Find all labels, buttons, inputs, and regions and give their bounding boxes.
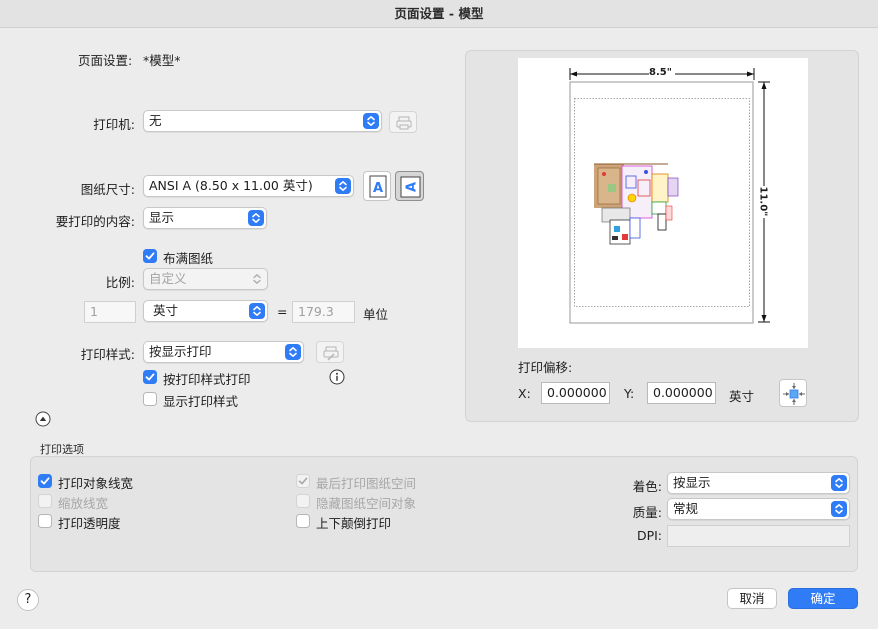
- svg-text:A: A: [405, 182, 420, 192]
- chevron-updown-icon: [335, 178, 351, 194]
- offset-y-label: Y:: [624, 386, 635, 401]
- quality-label: 质量:: [632, 505, 662, 520]
- checkmark-icon: [40, 477, 50, 485]
- quality-select[interactable]: 常规: [667, 498, 850, 520]
- scale-lineweights-label: 缩放线宽: [58, 496, 109, 511]
- offset-x-field[interactable]: 0.000000: [541, 382, 610, 404]
- shade-select[interactable]: 按显示: [667, 472, 850, 494]
- offset-label: 打印偏移:: [518, 360, 573, 375]
- preview-height-dim: 11.0": [757, 186, 769, 217]
- plot-transparency-label: 打印透明度: [58, 516, 121, 531]
- fit-to-paper-checkbox[interactable]: [143, 249, 157, 263]
- plot-with-styles-label: 按打印样式打印: [163, 372, 251, 387]
- print-what-value: 显示: [149, 210, 175, 225]
- portrait-icon: A: [369, 175, 387, 198]
- plot-options-title: 打印选项: [40, 443, 84, 456]
- chevron-updown-icon: [249, 271, 265, 287]
- chevron-updown-icon: [249, 303, 265, 319]
- scale-paper-field[interactable]: 1: [84, 301, 136, 323]
- preview-width-dim: 8.5": [649, 67, 672, 78]
- plot-style-value: 按显示打印: [149, 344, 212, 359]
- chevron-updown-icon: [831, 501, 847, 517]
- paper-size-value: ANSI A (8.50 x 11.00 英寸): [149, 178, 313, 193]
- scale-label: 比例:: [105, 275, 135, 290]
- landscape-button[interactable]: A: [395, 171, 424, 201]
- printer-icon: [396, 116, 412, 130]
- scale-value: 自定义: [149, 271, 187, 286]
- scale-unit-value: 英寸: [153, 303, 179, 318]
- printer-value: 无: [149, 113, 162, 128]
- fit-to-paper-label: 布满图纸: [163, 251, 214, 266]
- dpi-field[interactable]: [667, 525, 850, 547]
- landscape-icon: A: [400, 176, 421, 198]
- collapse-button[interactable]: [35, 411, 51, 427]
- plot-paperspace-last-checkbox[interactable]: [296, 474, 310, 488]
- svg-text:A: A: [373, 181, 383, 196]
- help-icon: ?: [24, 592, 32, 607]
- dpi-label: DPI:: [636, 528, 662, 543]
- chevron-updown-icon: [248, 210, 264, 226]
- scale-drawing-field[interactable]: 179.3: [292, 301, 355, 323]
- chevron-updown-icon: [285, 344, 301, 360]
- page-setup-value: *模型*: [143, 53, 181, 68]
- chevron-up-icon: [35, 411, 51, 427]
- checkmark-icon: [145, 252, 155, 260]
- plot-lineweights-checkbox[interactable]: [38, 474, 52, 488]
- paper-size-select[interactable]: ANSI A (8.50 x 11.00 英寸): [143, 175, 354, 197]
- offset-unit-label: 英寸: [729, 389, 755, 404]
- scale-lineweights-checkbox[interactable]: [38, 494, 52, 508]
- center-plot-button[interactable]: [779, 379, 807, 407]
- checkmark-icon: [145, 373, 155, 381]
- plot-style-edit-button[interactable]: [316, 341, 344, 363]
- plot-upside-down-checkbox[interactable]: [296, 514, 310, 528]
- paper-size-label: 图纸尺寸:: [80, 182, 135, 197]
- plot-style-label: 打印样式:: [80, 347, 135, 362]
- window-title: 页面设置 - 模型: [0, 0, 878, 28]
- printer-select[interactable]: 无: [143, 110, 382, 132]
- scale-equals: =: [277, 304, 288, 319]
- display-plot-styles-label: 显示打印样式: [163, 394, 239, 409]
- shade-label: 着色:: [632, 479, 662, 494]
- cancel-button[interactable]: 取消: [727, 588, 777, 609]
- center-plot-icon: [783, 383, 805, 405]
- printer-label: 打印机:: [93, 117, 135, 132]
- display-plot-styles-checkbox[interactable]: [143, 392, 157, 406]
- chevron-updown-icon: [363, 113, 379, 129]
- checkmark-icon: [298, 477, 308, 485]
- offset-x-label: X:: [518, 386, 531, 401]
- plot-transparency-checkbox[interactable]: [38, 514, 52, 528]
- shade-value: 按显示: [673, 475, 711, 490]
- plot-paperspace-last-label: 最后打印图纸空间: [316, 476, 417, 491]
- info-icon[interactable]: [329, 369, 345, 385]
- plot-upside-down-label: 上下颠倒打印: [316, 516, 392, 531]
- help-button[interactable]: ?: [17, 589, 39, 611]
- plot-style-select[interactable]: 按显示打印: [143, 341, 304, 363]
- ok-button[interactable]: 确定: [788, 588, 858, 609]
- scale-units-label: 单位: [363, 307, 389, 322]
- scale-unit-select[interactable]: 英寸: [143, 300, 268, 322]
- printer-edit-icon: [323, 346, 339, 361]
- plot-lineweights-label: 打印对象线宽: [58, 476, 134, 491]
- print-what-label: 要打印的内容:: [55, 214, 135, 229]
- scale-select[interactable]: 自定义: [143, 268, 268, 290]
- plot-with-styles-checkbox[interactable]: [143, 370, 157, 384]
- print-what-select[interactable]: 显示: [143, 207, 267, 229]
- portrait-button[interactable]: A: [363, 171, 391, 201]
- page-setup-label: 页面设置:: [78, 53, 133, 68]
- offset-y-field[interactable]: 0.000000: [647, 382, 716, 404]
- hide-paperspace-objects-checkbox[interactable]: [296, 494, 310, 508]
- chevron-updown-icon: [831, 475, 847, 491]
- printer-properties-button[interactable]: [389, 111, 417, 133]
- quality-value: 常规: [673, 501, 699, 516]
- hide-paperspace-objects-label: 隐藏图纸空间对象: [316, 496, 417, 511]
